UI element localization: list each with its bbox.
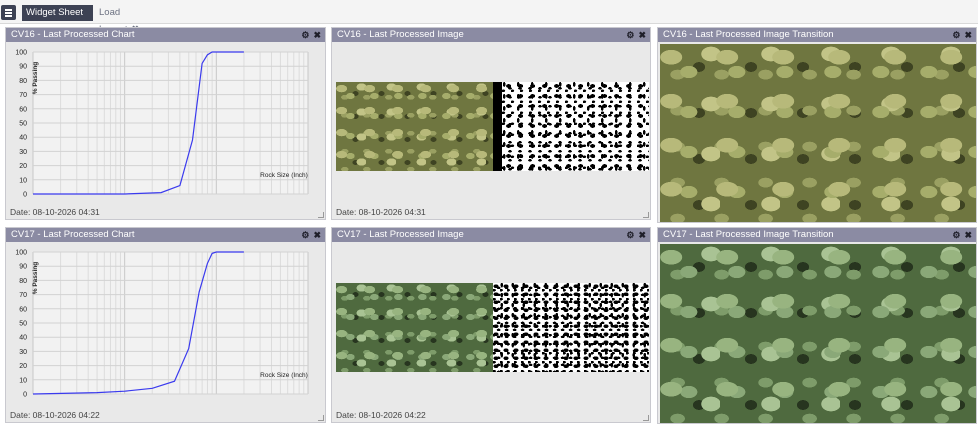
segmented-rock-image [493, 283, 649, 372]
x-axis-label: Rock Size (Inch) [260, 372, 308, 379]
transition-rock-image [660, 44, 976, 222]
psd-chart: 01020304050607080901000.010.1110% Passin… [15, 250, 309, 399]
panel-header[interactable]: CV16 - Last Processed Image ⚙ ✖ [332, 28, 650, 42]
y-tick-label: 40 [19, 135, 27, 142]
cv16-image-panel: CV16 - Last Processed Image ⚙ ✖ Date: 08-… [331, 27, 651, 220]
processed-rock-image [336, 283, 493, 372]
cv16-chart-panel: CV16 - Last Processed Chart ⚙ ✖ 0 10 20 30 40… [5, 27, 326, 220]
y-tick-label: 60 [19, 106, 27, 113]
segmented-dark-edge [493, 82, 502, 171]
y-tick-label: 50 [19, 121, 27, 128]
date-label: Date: 08-10-2026 04:31 [10, 207, 100, 217]
y-tick-label: 100 [15, 250, 27, 257]
y-tick-label: 0 [23, 192, 27, 199]
x-axis-label: Rock Size (Inch) [260, 172, 308, 179]
gear-icon[interactable]: ⚙ [952, 230, 960, 240]
tab-widget-sheet-1[interactable]: Widget Sheet 1✖ [22, 5, 93, 35]
y-tick-label: 10 [19, 377, 27, 384]
segmented-rock-image [493, 82, 649, 171]
cv17-image-panel: CV17 - Last Processed Image ⚙ ✖ Date: 08-… [331, 227, 651, 423]
y-axis-label: % Passing [32, 262, 39, 295]
date-label: Date: 08-10-2026 04:31 [336, 207, 426, 217]
cv17-transition-panel: CV17 - Last Processed Image Transition ⚙… [657, 227, 977, 424]
panel-title: CV16 - Last Processed Chart [11, 29, 135, 40]
transition-rock-image [660, 244, 976, 423]
y-tick-label: 20 [19, 363, 27, 370]
panel-title: CV16 - Last Processed Image [337, 29, 464, 40]
y-tick-label: 70 [19, 292, 27, 299]
y-tick-label: 30 [19, 349, 27, 356]
y-tick-label: 70 [19, 92, 27, 99]
panel-header[interactable]: CV16 - Last Processed Image Transition ⚙… [658, 28, 976, 42]
gear-icon[interactable]: ⚙ [952, 30, 960, 40]
y-tick-label: 80 [19, 278, 27, 285]
gear-icon[interactable]: ⚙ [626, 230, 634, 240]
close-icon[interactable]: ✖ [313, 230, 321, 240]
y-axis-label: % Passing [32, 62, 39, 95]
close-icon[interactable]: ✖ [964, 30, 972, 40]
close-icon[interactable]: ✖ [964, 230, 972, 240]
panel-header[interactable]: CV17 - Last Processed Image Transition ⚙… [658, 228, 976, 242]
resize-handle[interactable] [643, 415, 649, 421]
y-tick-label: 90 [19, 264, 27, 271]
gear-icon[interactable]: ⚙ [626, 30, 634, 40]
y-tick-label: 80 [19, 78, 27, 85]
y-tick-label: 30 [19, 149, 27, 156]
y-tick-label: 90 [19, 64, 27, 71]
gear-icon[interactable]: ⚙ [301, 230, 309, 240]
gear-icon[interactable]: ⚙ [301, 30, 309, 40]
processed-rock-image [336, 82, 493, 171]
panel-header[interactable]: CV17 - Last Processed Image ⚙ ✖ [332, 228, 650, 242]
panel-header[interactable]: CV16 - Last Processed Chart ⚙ ✖ [6, 28, 325, 42]
y-tick-label: 50 [19, 321, 27, 328]
cv16-transition-panel: CV16 - Last Processed Image Transition ⚙… [657, 27, 977, 223]
resize-handle[interactable] [318, 415, 324, 421]
resize-handle[interactable] [643, 212, 649, 218]
y-tick-label: 20 [19, 163, 27, 170]
cv17-chart-panel: CV17 - Last Processed Chart ⚙ ✖ 0 10 20 30 40… [5, 227, 326, 423]
tab-load-layout[interactable]: Load Layout✖ [95, 5, 155, 35]
close-icon[interactable]: ✖ [638, 230, 646, 240]
panel-title: CV17 - Last Processed Image [337, 229, 464, 240]
close-icon[interactable]: ✖ [638, 30, 646, 40]
tab-bar: Widget Sheet 1✖ Load Layout✖ [0, 0, 978, 35]
panel-header[interactable]: CV17 - Last Processed Chart ⚙ ✖ [6, 228, 325, 242]
y-tick-label: 10 [19, 177, 27, 184]
y-tick-label: 100 [15, 50, 27, 57]
panel-title: CV17 - Last Processed Chart [11, 229, 135, 240]
panel-title: CV17 - Last Processed Image Transition [663, 229, 834, 240]
y-tick-label: 0 [23, 392, 27, 399]
y-tick-label: 60 [19, 306, 27, 313]
close-icon[interactable]: ✖ [313, 30, 321, 40]
y-tick-label: 40 [19, 335, 27, 342]
date-label: Date: 08-10-2026 04:22 [10, 410, 100, 420]
psd-chart: 01020304050607080901000.010.1110% Passin… [15, 50, 309, 199]
hamburger-menu-icon[interactable] [1, 5, 16, 20]
resize-handle[interactable] [318, 212, 324, 218]
date-label: Date: 08-10-2026 04:22 [336, 410, 426, 420]
panel-title: CV16 - Last Processed Image Transition [663, 29, 834, 40]
